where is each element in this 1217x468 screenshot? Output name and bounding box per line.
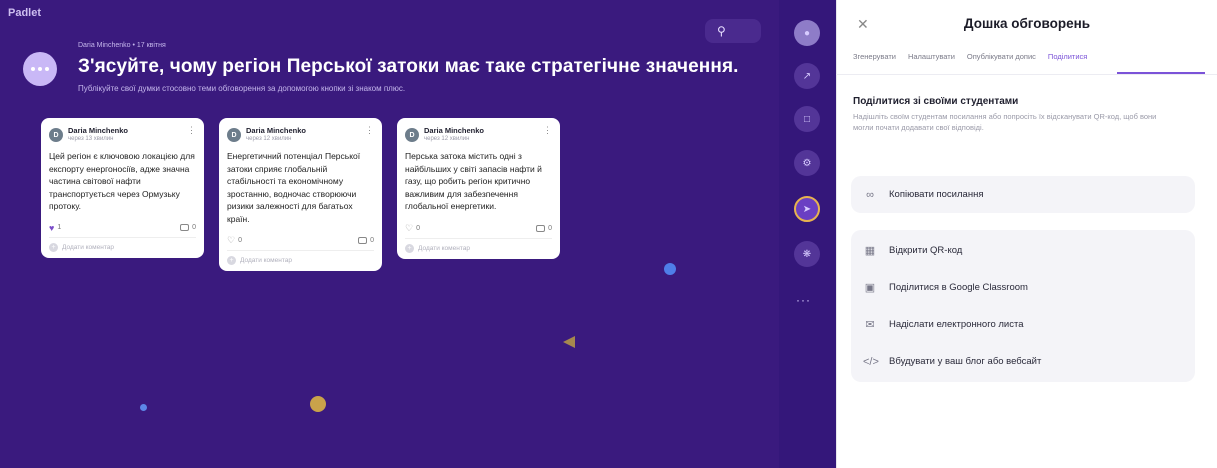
like-button[interactable]: ♡ 0	[405, 223, 420, 234]
send-email-button[interactable]: ✉ Надіслати електронного листа	[851, 306, 1195, 343]
comment-count: 0	[370, 237, 374, 244]
share-icon[interactable]: ➤	[794, 196, 820, 222]
post-card[interactable]: D Daria Minchenko через 12 хвилин ⋮ Енер…	[219, 118, 382, 271]
board-title: З'ясуйте, чому регіон Перської затоки ма…	[78, 56, 739, 77]
comment-count-button[interactable]: 0	[180, 224, 196, 231]
like-button[interactable]: ♥ 1	[49, 223, 61, 233]
panel-tabs: Згенерувати Налаштувати Опублікувати доп…	[853, 52, 1087, 61]
copy-link-button[interactable]: ∞ Копіювати посилання	[851, 176, 1195, 213]
post-body: Енергетичний потенціал Перської затоки с…	[227, 151, 361, 224]
activity-icon[interactable]: ↗	[794, 63, 820, 89]
tab-generate[interactable]: Згенерувати	[853, 52, 896, 61]
tab-configure[interactable]: Налаштувати	[908, 52, 955, 61]
plus-icon: +	[405, 243, 414, 253]
add-comment-button[interactable]: + Додати коментар	[405, 237, 552, 259]
post-date: через 12 хвилин	[424, 136, 470, 142]
decor-dot	[140, 404, 147, 411]
add-comment-button[interactable]: + Додати коментар	[227, 250, 374, 271]
comment-icon	[358, 237, 368, 244]
tab-divider	[836, 74, 1217, 75]
option-label: Вбудувати у ваш блог або вебсайт	[889, 356, 1042, 367]
avatar: D	[49, 128, 63, 142]
avatar[interactable]: ●	[794, 20, 820, 46]
add-comment-label: Додати коментар	[418, 244, 470, 252]
link-icon: ∞	[866, 188, 874, 201]
settings-icon[interactable]: ⚙	[794, 150, 820, 176]
like-button[interactable]: ♡ 0	[227, 235, 242, 246]
more-options-icon[interactable]: ···	[796, 293, 811, 307]
board-author-line: Daria Minchenko • 17 квітня	[78, 42, 166, 49]
option-label: Надіслати електронного листа	[889, 319, 1024, 330]
decor-dot	[664, 263, 676, 275]
post-author: Daria Minchenko	[246, 126, 307, 135]
qr-icon: ▦	[864, 245, 876, 257]
heart-icon: ♥	[49, 222, 55, 233]
post-card[interactable]: D Daria Minchenko через 12 хвилин ⋮ Перс…	[397, 118, 560, 259]
option-label: Відкрити QR-код	[889, 245, 963, 256]
more-options-icon[interactable]: ⋮	[187, 126, 196, 135]
mail-icon: ✉	[865, 319, 875, 331]
avatar: D	[405, 128, 419, 142]
open-qr-code-button[interactable]: ▦ Відкрити QR-код	[851, 232, 1195, 269]
share-google-classroom-button[interactable]: ▣ Поділитися в Google Classroom	[851, 269, 1195, 306]
comment-count: 0	[548, 224, 552, 232]
app-logo[interactable]: Padlet	[8, 7, 41, 19]
gear-icon[interactable]: ❋	[794, 241, 820, 267]
comment-count-button[interactable]: 0	[536, 224, 552, 232]
user-initial-icon: ●	[803, 27, 811, 39]
board-canvas: Padlet ⚲ Daria Minchenko • 17 квітня З'я…	[0, 0, 836, 468]
post-date: через 12 хвилин	[246, 136, 292, 142]
copy-link-box: ∞ Копіювати посилання	[851, 176, 1195, 213]
board-subtitle: Публікуйте свої думки стосовно теми обго…	[78, 84, 406, 93]
more-options-icon[interactable]: ⋮	[365, 126, 374, 135]
active-tab-indicator	[1117, 72, 1205, 74]
tab-share[interactable]: Поділитися	[1048, 52, 1087, 61]
more-options-icon[interactable]: ⋮	[543, 126, 552, 135]
post-author: Daria Minchenko	[68, 126, 129, 135]
code-icon: </>	[863, 355, 879, 368]
share-panel: ✕ Дошка обговорень Згенерувати Налаштува…	[836, 0, 1217, 468]
tab-publish-post[interactable]: Опублікувати допис	[967, 52, 1036, 61]
plus-icon: +	[49, 242, 58, 252]
add-comment-label: Додати коментар	[240, 257, 292, 264]
comment-count-button[interactable]: 0	[358, 237, 374, 244]
panel-title: Дошка обговорень	[963, 16, 1091, 31]
comment-count: 0	[192, 224, 196, 231]
comment-icon	[536, 224, 546, 232]
copy-link-label: Копіювати посилання	[889, 189, 984, 200]
comment-icon	[180, 224, 190, 231]
like-count: 1	[57, 224, 62, 231]
option-label: Поділитися в Google Classroom	[889, 282, 1028, 293]
discussion-bubble-icon	[23, 52, 57, 86]
embed-button[interactable]: </> Вбудувати у ваш блог або вебсайт	[851, 343, 1195, 380]
share-section-description: Надішліть своїм студентам посилання або …	[853, 112, 1157, 132]
post-body: Перська затока містить одні з найбільших…	[405, 151, 542, 211]
share-options-box: ▦ Відкрити QR-код ▣ Поділитися в Google …	[851, 230, 1195, 382]
add-comment-label: Додати коментар	[62, 243, 114, 251]
search-button[interactable]: ⚲	[705, 19, 761, 43]
like-count: 0	[238, 237, 242, 244]
add-comment-button[interactable]: + Додати коментар	[49, 236, 196, 258]
share-section-title: Поділитися зі своїми студентами	[853, 96, 1019, 107]
post-card[interactable]: D Daria Minchenko через 13 хвилин ⋮ Цей …	[41, 118, 204, 258]
search-icon: ⚲	[717, 24, 726, 38]
heart-icon: ♡	[405, 222, 414, 233]
like-count: 0	[416, 224, 420, 232]
copy-icon[interactable]: □	[794, 106, 820, 132]
post-body: Цей регіон є ключовою локацією для експо…	[49, 151, 195, 211]
post-date: через 13 хвилин	[68, 136, 114, 142]
heart-icon: ♡	[227, 235, 236, 245]
post-author: Daria Minchenko	[424, 126, 485, 135]
classroom-icon: ▣	[864, 282, 876, 294]
plus-icon: +	[227, 256, 236, 265]
avatar: D	[227, 128, 241, 142]
decor-triangle	[563, 336, 575, 348]
decor-dot	[310, 396, 326, 412]
